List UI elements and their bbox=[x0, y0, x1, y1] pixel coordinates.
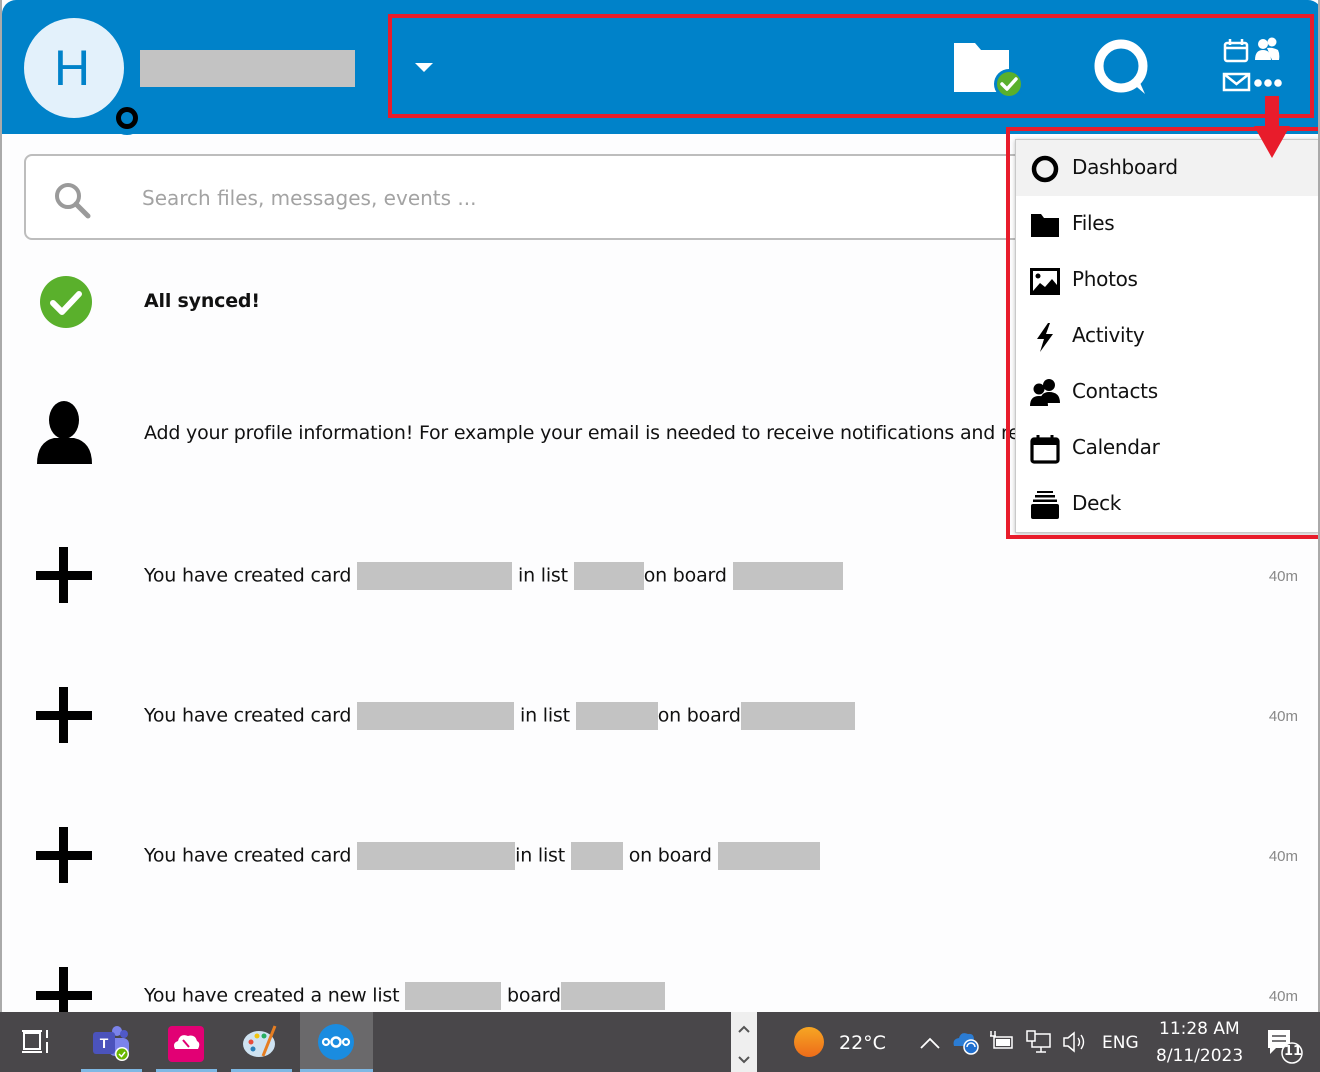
files-sync-button[interactable] bbox=[947, 40, 1027, 100]
activity-row[interactable]: You have created card in list on board 4… bbox=[2, 670, 1318, 770]
chevron-up-icon bbox=[920, 1037, 940, 1049]
talk-icon bbox=[1094, 39, 1148, 94]
activity-text-part: in list bbox=[519, 704, 570, 727]
taskbar-teams[interactable]: T bbox=[81, 1012, 142, 1072]
redacted-board-name bbox=[740, 702, 855, 730]
activity-row[interactable]: You have created a new list board 40m bbox=[2, 950, 1318, 1012]
account-dropdown-chevron-icon[interactable] bbox=[412, 56, 436, 76]
clock[interactable]: 11:28 AM 8/11/2023 bbox=[1148, 1012, 1248, 1072]
activity-text-part: on board bbox=[643, 564, 727, 587]
activity-text-part: You have created card bbox=[144, 564, 352, 587]
activity-time: 40m bbox=[1268, 708, 1298, 725]
avatar-letter: H bbox=[53, 40, 91, 96]
weather-temp: 22°C bbox=[839, 1032, 886, 1054]
annotation-highlight-menu bbox=[1006, 127, 1318, 539]
task-view-icon bbox=[22, 1030, 48, 1053]
notification-count: 11 bbox=[1284, 1044, 1303, 1059]
teams-icon: T bbox=[93, 1026, 129, 1061]
activity-time: 40m bbox=[1268, 568, 1298, 585]
header-bar: H bbox=[2, 0, 1318, 135]
taskbar-scroll[interactable] bbox=[731, 1012, 757, 1072]
taskbar-nextcloud[interactable] bbox=[300, 1012, 373, 1072]
language-indicator[interactable]: ENG bbox=[1096, 1012, 1142, 1072]
notifications-icon bbox=[1268, 1030, 1303, 1064]
apps-icon bbox=[1222, 37, 1282, 92]
svg-text:T: T bbox=[100, 1035, 109, 1051]
weather-sun-icon bbox=[794, 1027, 824, 1057]
search-icon bbox=[55, 183, 91, 219]
onedrive-sync-icon bbox=[953, 1033, 979, 1055]
battery-tray[interactable] bbox=[986, 1012, 1018, 1072]
activity-text: You have created card in list on board bbox=[144, 702, 855, 730]
nextcloud-icon bbox=[318, 1024, 354, 1060]
redacted-card-name bbox=[357, 702, 515, 730]
activity-text-part: You have created card bbox=[144, 844, 352, 867]
user-icon bbox=[37, 401, 92, 464]
redacted-board-name bbox=[560, 982, 665, 1010]
activity-text: You have created a new list board bbox=[144, 982, 665, 1010]
taskbar-scroll-arrows-icon bbox=[738, 1025, 750, 1064]
activity-text-part: in list bbox=[515, 844, 566, 867]
user-status-icon[interactable] bbox=[110, 101, 144, 135]
show-hidden-icons-button[interactable] bbox=[915, 1012, 945, 1072]
language-label: ENG bbox=[1102, 1033, 1139, 1053]
plus-icon bbox=[36, 547, 92, 603]
onedrive-tray[interactable] bbox=[950, 1012, 982, 1072]
redacted-list-name bbox=[570, 842, 623, 870]
plus-icon bbox=[36, 967, 92, 1012]
annotation-arrow-down-icon bbox=[1254, 96, 1290, 158]
activity-row[interactable]: You have created card in list on board 4… bbox=[2, 810, 1318, 910]
network-icon bbox=[1026, 1030, 1051, 1053]
activity-text-part: board bbox=[507, 984, 561, 1007]
activity-time: 40m bbox=[1268, 988, 1298, 1005]
activity-text: You have created card in list on board bbox=[144, 842, 820, 870]
redacted-list-name bbox=[573, 562, 644, 590]
paint-icon bbox=[243, 1025, 277, 1057]
redacted-card-name bbox=[357, 842, 516, 870]
action-center-button[interactable]: 11 bbox=[1258, 1012, 1308, 1072]
activity-text-part: You have created card bbox=[144, 704, 352, 727]
plus-icon bbox=[36, 827, 92, 883]
annotation-highlight-header bbox=[388, 14, 1314, 118]
activity-text-part: on board bbox=[628, 844, 712, 867]
windows-taskbar: T 22°C ENG 11:28 AM 8/11/2023 11 bbox=[0, 1012, 1320, 1072]
volume-tray[interactable] bbox=[1058, 1012, 1090, 1072]
apps-menu-button[interactable] bbox=[1220, 36, 1290, 96]
taskbar-cloud-app[interactable] bbox=[156, 1012, 217, 1072]
redacted-board-name bbox=[717, 842, 820, 870]
taskbar-paint[interactable] bbox=[231, 1012, 292, 1072]
check-circle-icon bbox=[40, 276, 92, 328]
nextcloud-client-window: H Search files, messages, events ... All… bbox=[0, 0, 1320, 1012]
search-input[interactable] bbox=[142, 178, 1042, 218]
battery-charging-icon bbox=[990, 1031, 1013, 1049]
redacted-list-name bbox=[575, 702, 658, 730]
redacted-board-name bbox=[732, 562, 843, 590]
activity-text-part: in list bbox=[517, 564, 568, 587]
weather-widget[interactable]: 22°C bbox=[785, 1012, 895, 1072]
activity-text-part: You have created a new list bbox=[144, 984, 400, 1007]
clock-date: 8/11/2023 bbox=[1156, 1046, 1244, 1066]
avatar[interactable]: H bbox=[24, 18, 144, 135]
plus-icon bbox=[36, 687, 92, 743]
activity-row[interactable]: You have created card in list on board 4… bbox=[2, 530, 1318, 630]
account-name-redacted[interactable] bbox=[140, 50, 355, 87]
sync-status-text: All synced! bbox=[144, 290, 260, 312]
activity-text: You have created card in list on board bbox=[144, 562, 843, 590]
clock-time: 11:28 AM bbox=[1159, 1019, 1240, 1039]
activity-text-part: on board bbox=[657, 704, 741, 727]
talk-button[interactable] bbox=[1087, 38, 1157, 98]
cloud-app-icon bbox=[168, 1026, 204, 1062]
search-box[interactable] bbox=[24, 154, 1124, 240]
redacted-card-name bbox=[357, 562, 513, 590]
network-tray[interactable] bbox=[1022, 1012, 1054, 1072]
volume-icon bbox=[1063, 1031, 1085, 1053]
redacted-list-name bbox=[405, 982, 502, 1010]
task-view-button[interactable] bbox=[10, 1012, 60, 1072]
folder-synced-icon bbox=[954, 43, 1024, 99]
activity-time: 40m bbox=[1268, 848, 1298, 865]
